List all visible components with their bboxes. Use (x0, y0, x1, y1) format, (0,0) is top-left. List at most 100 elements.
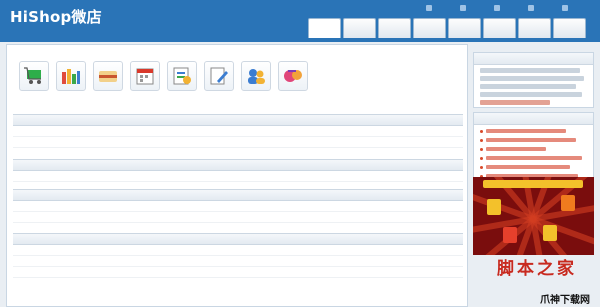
section-title (13, 159, 463, 171)
section-block (13, 189, 463, 223)
user-icon (426, 5, 432, 11)
nav-tab-1[interactable] (308, 18, 341, 38)
row-label (238, 171, 358, 182)
nav-tab-5[interactable] (448, 18, 481, 38)
gift-icon (284, 70, 302, 82)
nav-tab-6[interactable] (483, 18, 516, 38)
row-label (13, 212, 133, 223)
shortcut-label (202, 95, 236, 102)
news-link[interactable] (480, 164, 587, 170)
row-value (358, 267, 463, 278)
row-label (13, 256, 133, 267)
row-label (238, 267, 358, 278)
row-value (358, 201, 463, 212)
shortcut-shop[interactable] (17, 61, 51, 119)
box-icon (99, 71, 117, 82)
shopping-bag-icon (503, 227, 517, 243)
row-value (313, 126, 463, 137)
users-icon (248, 69, 265, 84)
shortcut-goods[interactable] (91, 61, 125, 119)
nav-tab-3[interactable] (378, 18, 411, 38)
watermark-text: 脚本之家 (497, 259, 577, 279)
nav-tab-8[interactable] (553, 18, 586, 38)
row-value (133, 201, 238, 212)
app-logo[interactable]: HiShop微店 (10, 6, 102, 26)
table-row (13, 126, 463, 137)
row-label (13, 126, 313, 137)
nav-tab-2[interactable] (343, 18, 376, 38)
box-title (474, 113, 593, 125)
row-value (358, 212, 463, 223)
shortcut-label (17, 95, 51, 102)
top-link-user[interactable] (434, 5, 458, 12)
news-link[interactable] (480, 146, 587, 152)
section-block (13, 114, 463, 148)
main-nav-tabs (308, 18, 586, 38)
table-row (13, 137, 463, 148)
shortcut-stats[interactable] (54, 61, 88, 119)
section-title (13, 114, 463, 126)
table-row (13, 212, 463, 223)
news-box (473, 112, 594, 178)
row-value (313, 137, 463, 148)
edit-document-icon (210, 67, 228, 85)
row-label (238, 201, 358, 212)
promo-ribbon (483, 180, 583, 188)
news-link[interactable] (480, 155, 587, 161)
row-label (13, 267, 133, 278)
table-row (13, 201, 463, 212)
row-value (133, 212, 238, 223)
shortcut-members[interactable] (239, 61, 273, 119)
promo-banner[interactable] (473, 177, 594, 255)
breadcrumb[interactable] (11, 48, 111, 56)
section-block (13, 159, 463, 182)
shortcut-calendar[interactable] (128, 61, 162, 119)
top-link-bar (344, 3, 594, 13)
section-title (13, 189, 463, 201)
help-icon (528, 5, 534, 11)
shortcut-label (165, 95, 199, 102)
row-value (358, 171, 463, 182)
watermark-brand: 爪神下载网 (540, 295, 590, 306)
top-link-logout[interactable] (570, 5, 594, 12)
shortcut-report[interactable] (165, 61, 199, 119)
shopping-bag-icon (543, 225, 557, 241)
shortcut-label (54, 95, 88, 102)
nav-tab-7[interactable] (518, 18, 551, 38)
shortcut-edit[interactable] (202, 61, 236, 119)
shortcut-promo[interactable] (276, 61, 310, 119)
table-row (13, 245, 463, 256)
news-link[interactable] (480, 128, 587, 134)
dashboard-panel (6, 44, 468, 307)
shortcut-label (91, 95, 125, 102)
shopping-cart-icon (24, 67, 41, 84)
row-label (13, 137, 313, 148)
news-link[interactable] (480, 137, 587, 143)
report-icon (173, 67, 191, 85)
top-link-security[interactable] (468, 5, 492, 12)
row-label (238, 256, 358, 267)
box-title (474, 53, 593, 65)
store-icon (494, 5, 500, 11)
logout-icon (562, 5, 568, 11)
row-value (133, 171, 238, 182)
section-block (13, 233, 463, 278)
watermark-url (503, 274, 583, 283)
logo-subtitle (98, 16, 164, 22)
table-row (13, 256, 463, 267)
bar-chart-icon (62, 69, 80, 84)
top-header: HiShop微店 (0, 0, 600, 42)
table-row (13, 171, 463, 182)
shortcut-label (276, 95, 310, 102)
section-title (13, 233, 463, 245)
shopping-bag-icon (561, 195, 575, 211)
lock-icon (460, 5, 466, 11)
nav-tab-4[interactable] (413, 18, 446, 38)
row-value (133, 267, 238, 278)
top-link-help[interactable] (536, 5, 560, 12)
shopping-bag-icon (487, 199, 501, 215)
row-label (13, 201, 133, 212)
row-label (13, 245, 133, 256)
shortcut-label (239, 95, 273, 102)
top-link-store[interactable] (502, 5, 526, 12)
